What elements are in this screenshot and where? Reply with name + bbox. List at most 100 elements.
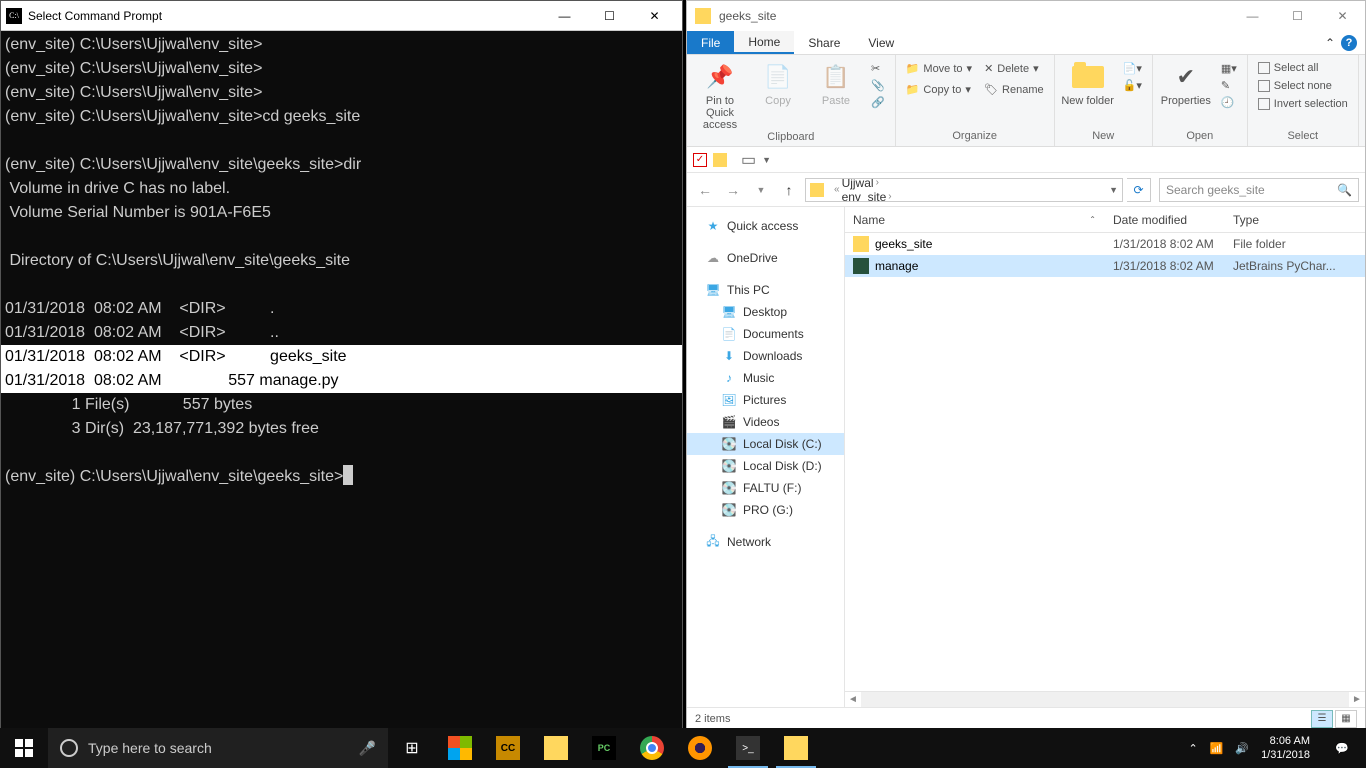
breadcrumb-item[interactable]: Ujjwal › xyxy=(842,178,905,190)
qat-dropdown-icon[interactable]: ▼ xyxy=(762,155,771,165)
ribbon-collapse-icon[interactable]: ⌃ xyxy=(1325,36,1335,50)
col-date[interactable]: Date modified xyxy=(1105,213,1225,227)
new-folder-button[interactable]: New folder xyxy=(1061,61,1115,107)
nav-network[interactable]: 🖧Network xyxy=(687,531,844,553)
start-button[interactable] xyxy=(0,728,48,768)
wifi-icon[interactable]: 📶 xyxy=(1210,742,1224,755)
taskbar: Type here to search 🎤 ⊞ CC PC >_ ⌃ 📶 🔊 8… xyxy=(0,728,1366,768)
edit-icon[interactable]: ✎ xyxy=(1217,78,1241,93)
minimize-button[interactable]: — xyxy=(1230,2,1275,30)
taskbar-app-pycharm[interactable]: PC xyxy=(580,728,628,768)
paste-icon: 📋 xyxy=(820,61,852,93)
address-bar[interactable]: « Users ›Ujjwal ›env_site ›geeks_site › … xyxy=(805,178,1123,202)
move-to-button[interactable]: 📁 Move to ▾ xyxy=(902,61,976,76)
microphone-icon[interactable]: 🎤 xyxy=(359,740,376,757)
tab-share[interactable]: Share xyxy=(794,31,854,54)
chevron-down-icon[interactable]: ▼ xyxy=(1109,185,1118,195)
close-button[interactable]: ✕ xyxy=(1320,2,1365,30)
cmd-highlight-line: 01/31/2018 08:02 AM 557 manage.py xyxy=(1,369,682,393)
thumbnails-view-button[interactable]: ▦ xyxy=(1335,710,1357,728)
nav-g-drive[interactable]: 💽PRO (G:) xyxy=(687,499,844,521)
qat-checkbox-icon[interactable]: ✓ xyxy=(693,153,707,167)
file-explorer-window: geeks_site — ☐ ✕ File Home Share View ⌃ … xyxy=(686,0,1366,730)
copy-button[interactable]: 📄 Copy xyxy=(751,61,805,107)
volume-icon[interactable]: 🔊 xyxy=(1235,742,1249,755)
copy-path-icon[interactable]: 📎 xyxy=(867,78,889,93)
task-view-button[interactable]: ⊞ xyxy=(388,728,436,768)
nav-documents[interactable]: 📄Documents xyxy=(687,323,844,345)
folder-icon[interactable] xyxy=(713,153,727,167)
forward-button[interactable]: → xyxy=(721,178,745,202)
nav-d-drive[interactable]: 💽Local Disk (D:) xyxy=(687,455,844,477)
up-button[interactable]: ↑ xyxy=(777,178,801,202)
nav-videos[interactable]: 🎬Videos xyxy=(687,411,844,433)
invert-selection-button[interactable]: Invert selection xyxy=(1254,97,1352,111)
taskbar-app-explorer[interactable] xyxy=(532,728,580,768)
select-all-button[interactable]: Select all xyxy=(1254,61,1352,75)
navigation-pane[interactable]: ★Quick access ☁OneDrive 🖥This PC 🖥Deskto… xyxy=(687,207,845,707)
taskbar-app-chrome[interactable] xyxy=(628,728,676,768)
pin-to-quick-access-button[interactable]: 📌 Pin to Quick access xyxy=(693,61,747,131)
paste-button[interactable]: 📋 Paste xyxy=(809,61,863,107)
breadcrumb-item[interactable]: env_site › xyxy=(842,190,905,202)
cut-icon[interactable]: ✂ xyxy=(867,61,889,76)
music-icon: ♪ xyxy=(721,370,737,386)
minimize-button[interactable]: — xyxy=(542,1,587,31)
nav-quick-access[interactable]: ★Quick access xyxy=(687,215,844,237)
tab-file[interactable]: File xyxy=(687,31,734,54)
cmd-output[interactable]: (env_site) C:\Users\Ujjwal\env_site>(env… xyxy=(1,31,682,729)
nav-music[interactable]: ♪Music xyxy=(687,367,844,389)
easy-access-icon[interactable]: 🔓▾ xyxy=(1119,78,1146,93)
cmd-titlebar[interactable]: C:\ Select Command Prompt — ☐ ✕ xyxy=(1,1,682,31)
taskbar-app-cmd[interactable]: >_ xyxy=(724,728,772,768)
col-type[interactable]: Type xyxy=(1225,213,1365,227)
taskbar-search[interactable]: Type here to search 🎤 xyxy=(48,728,388,768)
nav-downloads[interactable]: ⬇Downloads xyxy=(687,345,844,367)
tab-view[interactable]: View xyxy=(854,31,908,54)
rename-button[interactable]: 🏷 Rename xyxy=(980,82,1048,97)
help-icon[interactable]: ? xyxy=(1341,35,1357,51)
horizontal-scrollbar[interactable]: ◄► xyxy=(845,691,1365,707)
nav-this-pc[interactable]: 🖥This PC xyxy=(687,279,844,301)
nav-c-drive[interactable]: 💽Local Disk (C:) xyxy=(687,433,844,455)
taskbar-app-cc[interactable]: CC xyxy=(484,728,532,768)
tray-chevron-icon[interactable]: ⌃ xyxy=(1188,742,1197,755)
downloads-icon: ⬇ xyxy=(721,348,737,364)
history-icon[interactable]: 🕘 xyxy=(1217,95,1241,110)
nav-f-drive[interactable]: 💽FALTU (F:) xyxy=(687,477,844,499)
open-icon[interactable]: ▦▾ xyxy=(1217,61,1241,76)
notifications-button[interactable]: 💬 xyxy=(1322,728,1362,768)
back-button[interactable]: ← xyxy=(693,178,717,202)
drive-icon: 💽 xyxy=(721,480,737,496)
tab-home[interactable]: Home xyxy=(734,31,794,54)
taskbar-app-firefox[interactable] xyxy=(676,728,724,768)
taskbar-app-explorer-running[interactable] xyxy=(772,728,820,768)
new-item-icon[interactable]: 📄▾ xyxy=(1119,61,1146,76)
file-row[interactable]: manage1/31/2018 8:02 AMJetBrains PyChar.… xyxy=(845,255,1365,277)
qat-view-icon[interactable]: ▭ xyxy=(741,150,756,170)
close-button[interactable]: ✕ xyxy=(632,1,677,31)
cmd-highlight-line: 01/31/2018 08:02 AM <DIR> geeks_site xyxy=(1,345,682,369)
taskbar-clock[interactable]: 8:06 AM 1/31/2018 xyxy=(1261,734,1310,762)
delete-button[interactable]: ✕ Delete ▾ xyxy=(980,61,1048,76)
nav-onedrive[interactable]: ☁OneDrive xyxy=(687,247,844,269)
cmd-title: Select Command Prompt xyxy=(28,9,542,23)
maximize-button[interactable]: ☐ xyxy=(1275,2,1320,30)
nav-desktop[interactable]: 🖥Desktop xyxy=(687,301,844,323)
details-view-button[interactable]: ☰ xyxy=(1311,710,1333,728)
paste-shortcut-icon[interactable]: 🔗 xyxy=(867,95,889,110)
explorer-titlebar[interactable]: geeks_site — ☐ ✕ xyxy=(687,1,1365,31)
nav-pictures[interactable]: 🖼Pictures xyxy=(687,389,844,411)
maximize-button[interactable]: ☐ xyxy=(587,1,632,31)
taskbar-app-store[interactable] xyxy=(436,728,484,768)
quick-access-toolbar: ✓ ▭ ▼ xyxy=(687,147,1365,173)
col-name[interactable]: Name⌃ xyxy=(845,213,1105,227)
file-list[interactable]: geeks_site1/31/2018 8:02 AMFile folderma… xyxy=(845,233,1365,691)
select-none-button[interactable]: Select none xyxy=(1254,79,1352,93)
properties-button[interactable]: ✔ Properties xyxy=(1159,61,1213,107)
recent-dropdown-icon[interactable]: ▼ xyxy=(749,178,773,202)
copy-to-button[interactable]: 📁 Copy to ▾ xyxy=(902,82,976,97)
search-input[interactable]: Search geeks_site 🔍 xyxy=(1159,178,1359,202)
file-row[interactable]: geeks_site1/31/2018 8:02 AMFile folder xyxy=(845,233,1365,255)
refresh-button[interactable]: ⟳ xyxy=(1127,178,1151,202)
